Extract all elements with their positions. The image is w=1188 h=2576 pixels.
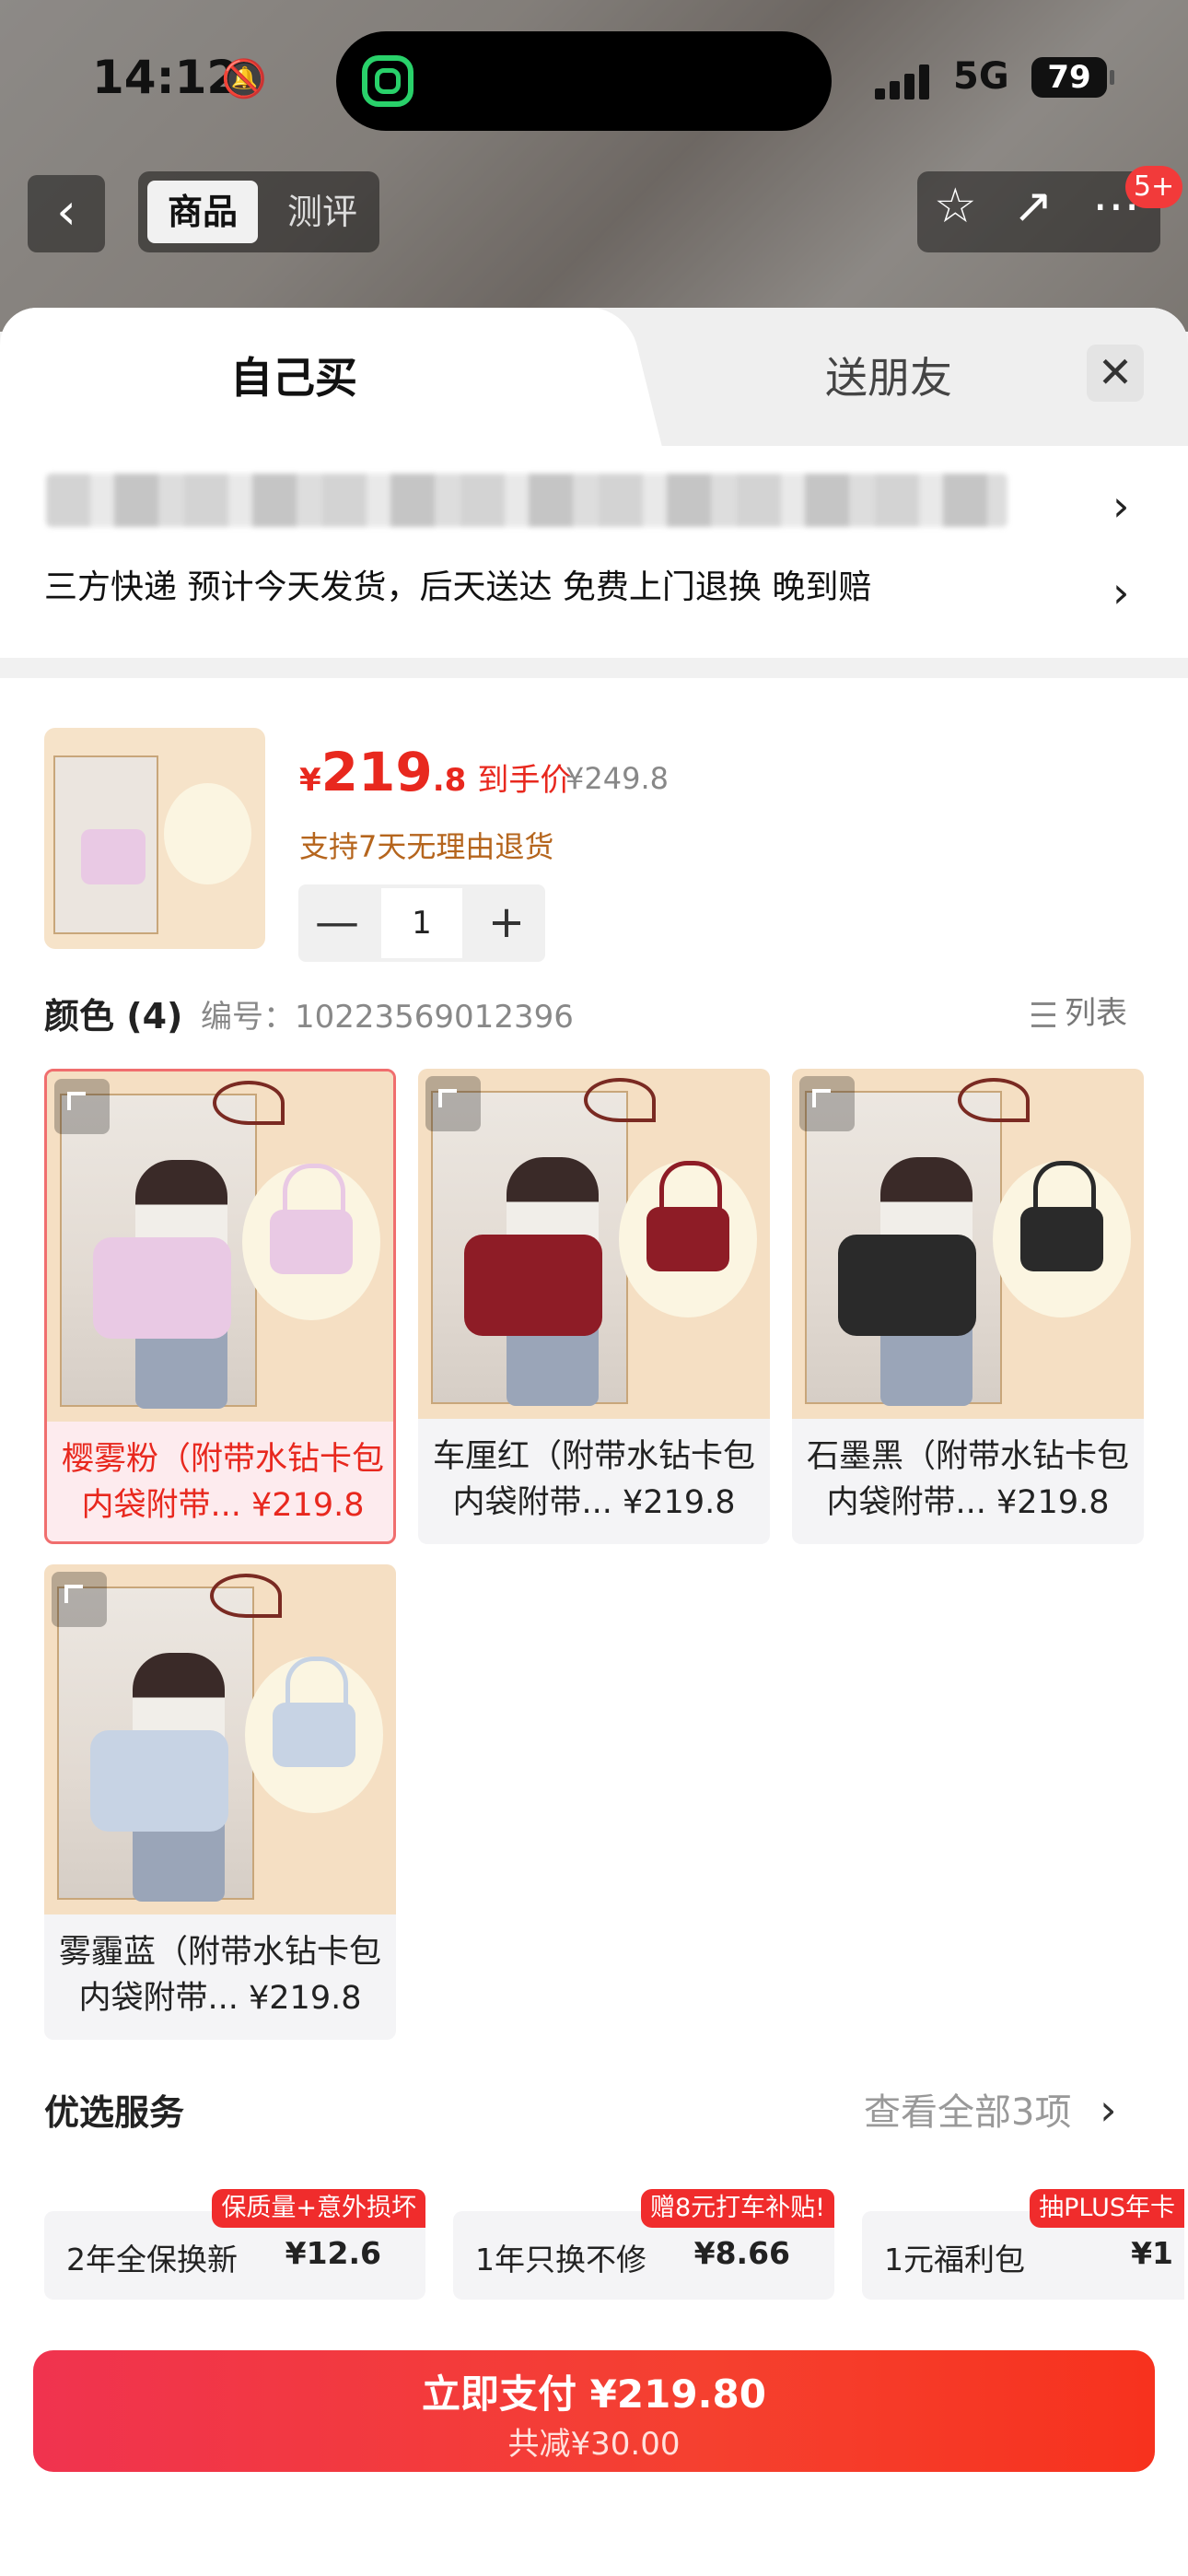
app-activity-icon: [362, 55, 413, 107]
service-option[interactable]: 2年全保换新 ¥12.6 保质量+意外损坏: [44, 2189, 425, 2300]
ribbon-decoration: [210, 1574, 282, 1618]
top-actions: ☆ ↗ ⋯: [917, 171, 1160, 252]
service-option[interactable]: 1年只换不修 ¥8.66 赠8元打车补贴!: [453, 2189, 834, 2300]
product-thumbnail[interactable]: [44, 728, 265, 949]
status-time: 14:12: [92, 51, 239, 104]
chevron-right-icon[interactable]: ›: [1112, 568, 1129, 617]
bag-shape: [1020, 1161, 1103, 1271]
expand-icon[interactable]: [799, 1076, 855, 1131]
bag-shape: [838, 1235, 976, 1336]
tab-product[interactable]: 商品: [147, 181, 258, 243]
service-promo-tag: 保质量+意外损坏: [212, 2189, 425, 2228]
bag-shape: [646, 1161, 729, 1271]
purchase-sheet: 自己买 送朋友 ✕ › 三方快递 预计今天发货，后天送达 免费上门退换 晚到赔 …: [0, 308, 1188, 2576]
color-option-card[interactable]: 樱雾粉（附带水钻卡包 内袋附带... ¥219.8: [44, 1069, 396, 1544]
ribbon-decoration: [584, 1078, 656, 1122]
final-price: ¥219.8 到手价: [299, 741, 571, 803]
price-integer: 219: [320, 741, 433, 803]
price-decimal: .8: [432, 762, 467, 799]
expand-icon[interactable]: [52, 1572, 107, 1627]
color-option-image: [792, 1069, 1144, 1419]
color-option-card[interactable]: 车厘红（附带水钻卡包 内袋附带... ¥219.8: [418, 1069, 770, 1544]
expand-icon[interactable]: [54, 1079, 110, 1134]
price-label: 到手价: [477, 762, 572, 799]
quantity-input[interactable]: 1: [381, 888, 462, 958]
decrease-button[interactable]: —: [298, 884, 376, 962]
silent-bell-icon: 🔕: [221, 58, 267, 100]
dynamic-island: [336, 31, 832, 131]
expand-icon[interactable]: [425, 1076, 481, 1131]
quantity-stepper: — 1 +: [298, 884, 545, 962]
tab-gift-friend[interactable]: 送朋友: [825, 345, 952, 405]
bag-shape: [273, 1657, 355, 1767]
service-promo-tag: 抽PLUS年卡: [1030, 2189, 1184, 2228]
section-divider: [0, 658, 1188, 678]
service-price: ¥12.6: [285, 2235, 381, 2271]
battery-icon: 79: [1031, 57, 1114, 98]
ribbon-decoration: [958, 1078, 1030, 1122]
service-name: 1年只换不修: [475, 2242, 646, 2277]
tab-review[interactable]: 测评: [276, 181, 368, 243]
view-all-services[interactable]: 查看全部3项 ›: [864, 2082, 1117, 2136]
status-bar: 14:12 🔕 5G 79: [0, 0, 1188, 157]
close-icon[interactable]: ✕: [1087, 345, 1144, 402]
price-currency: ¥: [299, 762, 321, 799]
message-badge: 5+: [1125, 166, 1182, 208]
bag-shape: [90, 1730, 228, 1832]
service-promo-tag: 赠8元打车补贴!: [640, 2189, 834, 2228]
back-button[interactable]: ‹: [28, 175, 105, 252]
color-option-label: 石墨黑（附带水钻卡包 内袋附带... ¥219.8: [806, 1438, 1129, 1521]
service-price: ¥8.66: [693, 2235, 790, 2271]
network-type: 5G: [953, 55, 1009, 98]
address-blurred[interactable]: [46, 474, 1007, 527]
tab-buy-self[interactable]: 自己买: [230, 345, 357, 405]
product-code: 编号：10223569012396: [201, 999, 574, 1036]
bag-photo-circle: [164, 783, 251, 884]
list-icon: [1013, 998, 1055, 1032]
color-option-card[interactable]: 石墨黑（附带水钻卡包 内袋附带... ¥219.8: [792, 1069, 1144, 1544]
color-option-image: [47, 1071, 393, 1422]
pay-main-label: 立即支付 ¥219.80: [422, 2371, 766, 2417]
chevron-right-icon[interactable]: ›: [1112, 481, 1129, 531]
star-icon[interactable]: ☆: [934, 179, 977, 234]
color-option-label: 樱雾粉（附带水钻卡包 内袋附带... ¥219.8: [61, 1441, 384, 1524]
return-policy: 支持7天无理由退货: [299, 829, 554, 864]
ribbon-decoration: [213, 1081, 285, 1125]
bag-shape: [81, 829, 146, 884]
service-option[interactable]: 1元福利包 ¥1 抽PLUS年卡: [862, 2189, 1184, 2300]
service-name: 1元福利包: [884, 2242, 1025, 2277]
list-label: 列表: [1065, 995, 1127, 1032]
color-option-label: 雾霾蓝（附带水钻卡包 内袋附带... ¥219.8: [58, 1934, 381, 2017]
signal-icon: [875, 61, 939, 100]
pay-now-button[interactable]: 立即支付 ¥219.80 共减¥30.00: [33, 2350, 1155, 2472]
view-all-label: 查看全部3项: [864, 2091, 1072, 2134]
share-icon[interactable]: ↗: [1013, 179, 1054, 234]
bag-shape: [93, 1237, 231, 1339]
color-option-card[interactable]: 雾霾蓝（附带水钻卡包 内袋附带... ¥219.8: [44, 1564, 396, 2040]
bag-shape: [464, 1235, 602, 1336]
services-title: 优选服务: [44, 2092, 185, 2133]
color-option-label: 车厘红（附带水钻卡包 内袋附带... ¥219.8: [432, 1438, 755, 1521]
service-price: ¥1: [1131, 2235, 1173, 2271]
product-review-switch: 商品 测评: [138, 171, 379, 252]
color-option-image: [44, 1564, 396, 1914]
increase-button[interactable]: +: [468, 884, 545, 962]
color-section-title: 颜色 (4): [44, 996, 183, 1036]
original-price: ¥249.8: [565, 761, 669, 796]
color-option-image: [418, 1069, 770, 1419]
delivery-info: 三方快递 预计今天发货，后天送达 免费上门退换 晚到赔: [44, 568, 872, 606]
pay-discount-label: 共减¥30.00: [507, 2426, 681, 2463]
service-name: 2年全保换新: [66, 2242, 238, 2277]
bag-shape: [270, 1164, 353, 1274]
chevron-right-icon: ›: [1100, 2085, 1117, 2135]
list-view-toggle[interactable]: 列表: [1013, 988, 1127, 1033]
